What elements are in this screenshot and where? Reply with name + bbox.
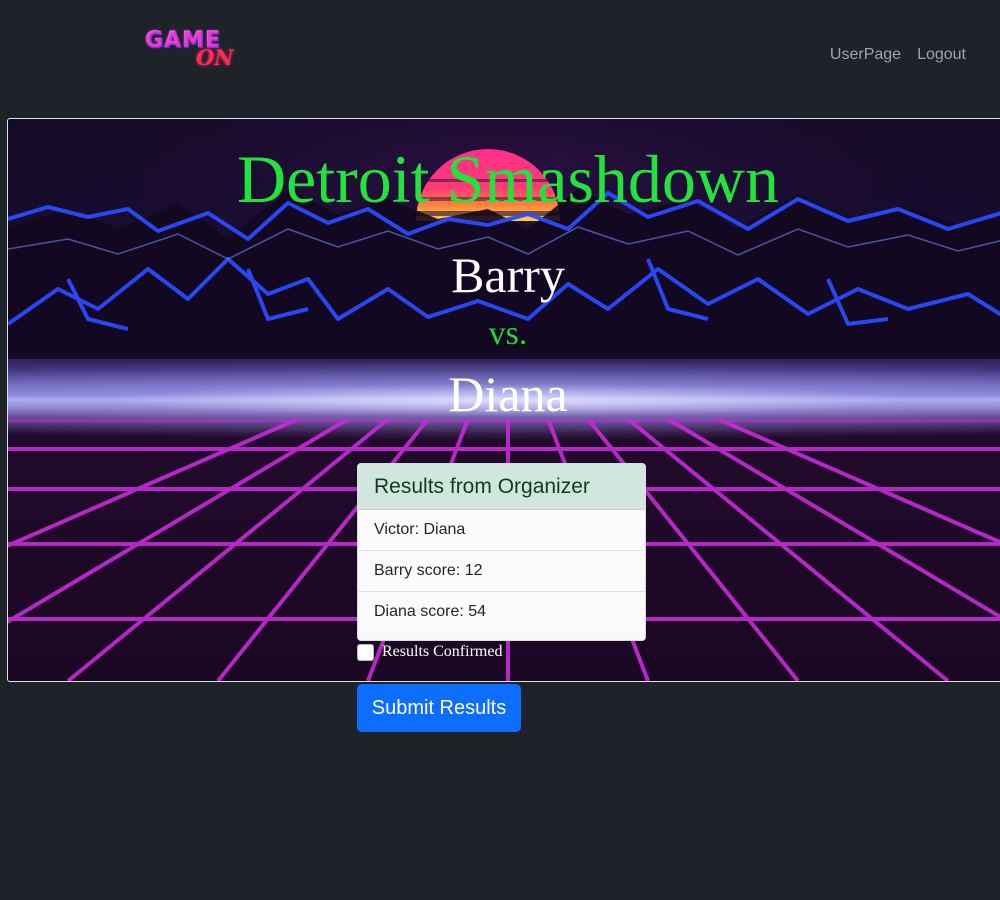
results-confirmed-label[interactable]: Results Confirmed: [382, 643, 502, 661]
submit-results-button[interactable]: Submit Results: [357, 684, 521, 732]
result-row-victor: Victor: Diana: [358, 510, 645, 551]
result-row-diana-score: Diana score: 54: [358, 592, 645, 632]
nav-links: UserPage Logout: [830, 46, 966, 64]
player-one-name: Barry: [451, 247, 565, 303]
tournament-title: Detroit Smashdown: [236, 141, 780, 217]
navbar: GAME ON UserPage Logout: [0, 0, 1000, 110]
nav-link-logout[interactable]: Logout: [917, 46, 966, 64]
results-card-header: Results from Organizer: [358, 464, 645, 510]
nav-link-userpage[interactable]: UserPage: [830, 46, 901, 64]
results-card: Results from Organizer Victor: Diana Bar…: [357, 463, 646, 641]
results-confirmed-control: Results Confirmed: [357, 643, 502, 661]
result-row-barry-score: Barry score: 12: [358, 551, 645, 592]
logo-word-on: ON: [196, 45, 234, 70]
results-confirmed-checkbox[interactable]: [357, 643, 374, 661]
game-on-logo[interactable]: GAME ON: [143, 28, 238, 72]
player-two-name: Diana: [448, 366, 568, 422]
versus-label: vs.: [488, 315, 528, 352]
